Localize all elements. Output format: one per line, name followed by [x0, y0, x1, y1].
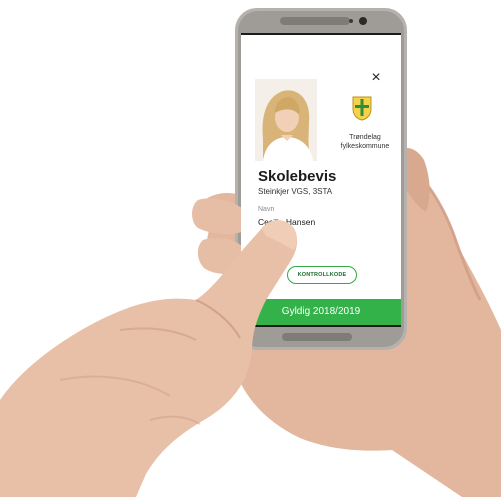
name-value: Cecilie Hansen [258, 217, 316, 227]
close-icon[interactable]: × [369, 70, 383, 86]
organization-name: Trøndelag fylkeskommune [340, 134, 390, 150]
name-label: Navn [258, 206, 275, 213]
phone-photo-scene: × Trøndelag fylkeskommune Skolebevis Ste… [0, 0, 501, 497]
control-code-button[interactable]: KONTROLLKODE [287, 266, 357, 284]
birthdate-label: Født [258, 236, 273, 243]
front-camera [359, 17, 367, 25]
app-screen: × Trøndelag fylkeskommune Skolebevis Ste… [241, 35, 401, 325]
validity-banner: Gyldig 2018/2019 [241, 299, 401, 325]
speaker-grille [280, 17, 350, 25]
profile-photo [255, 79, 317, 161]
card-title: Skolebevis [258, 168, 337, 185]
birthdate-value: 01 [258, 247, 268, 257]
school-class: Steinkjer VGS, 3STA [258, 187, 333, 196]
coat-of-arms-icon [352, 96, 372, 121]
